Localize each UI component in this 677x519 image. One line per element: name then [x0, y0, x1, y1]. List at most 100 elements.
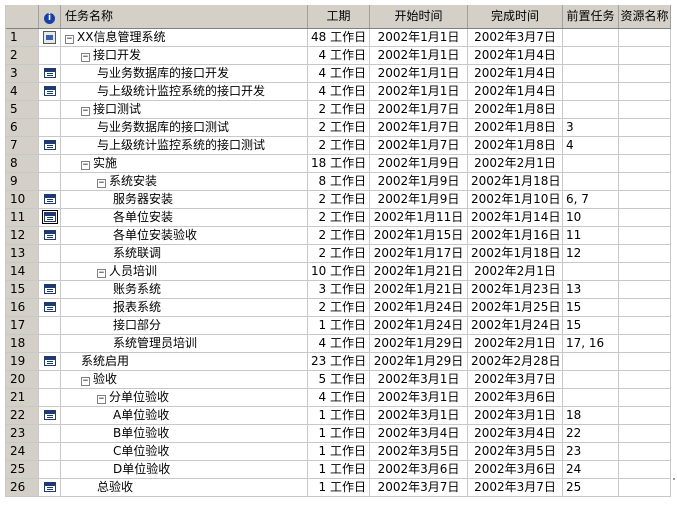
- finish-date-cell[interactable]: 2002年3月5日: [468, 443, 563, 460]
- start-date-cell[interactable]: 2002年1月24日: [370, 299, 468, 316]
- row-indicator[interactable]: [39, 137, 61, 154]
- resource-cell[interactable]: [619, 443, 671, 460]
- row-id[interactable]: 19: [6, 353, 39, 370]
- row-id[interactable]: 1: [6, 29, 39, 46]
- duration-cell[interactable]: 5 工作日: [308, 371, 370, 388]
- predecessors-cell[interactable]: 6, 7: [563, 191, 619, 208]
- predecessors-cell[interactable]: 24: [563, 461, 619, 478]
- row-id[interactable]: 14: [6, 263, 39, 280]
- finish-date-cell[interactable]: 2002年1月8日: [468, 137, 563, 154]
- task-name-cell[interactable]: 各单位安装验收: [61, 227, 308, 244]
- predecessors-cell[interactable]: 22: [563, 425, 619, 442]
- resource-cell[interactable]: [619, 281, 671, 298]
- start-date-cell[interactable]: 2002年1月9日: [370, 191, 468, 208]
- note-icon[interactable]: [43, 410, 56, 420]
- start-date-cell[interactable]: 2002年1月1日: [370, 65, 468, 82]
- task-name-cell[interactable]: A单位验收: [61, 407, 308, 424]
- row-indicator[interactable]: [39, 101, 61, 118]
- resource-cell[interactable]: [619, 263, 671, 280]
- row-id[interactable]: 10: [6, 191, 39, 208]
- task-row[interactable]: 20− 验收 5 工作日 2002年3月1日 2002年3月7日: [6, 371, 671, 389]
- resource-cell[interactable]: [619, 299, 671, 316]
- header-predecessors[interactable]: 前置任务: [563, 5, 619, 28]
- predecessors-cell[interactable]: [563, 389, 619, 406]
- task-row[interactable]: 7 与上级统计监控系统的接口测试 2 工作日 2002年1月7日 2002年1月8日 4: [6, 137, 671, 155]
- task-row[interactable]: 8− 实施 18 工作日 2002年1月9日 2002年2月1日: [6, 155, 671, 173]
- predecessors-cell[interactable]: [563, 173, 619, 190]
- finish-date-cell[interactable]: 2002年1月8日: [468, 119, 563, 136]
- task-row[interactable]: 4 与上级统计监控系统的接口开发 4 工作日 2002年1月1日 2002年1月4日: [6, 83, 671, 101]
- task-name-cell[interactable]: 与业务数据库的接口测试: [61, 119, 308, 136]
- row-indicator[interactable]: [39, 371, 61, 388]
- finish-date-cell[interactable]: 2002年1月18日: [468, 173, 563, 190]
- task-row[interactable]: 19 系统启用 23 工作日 2002年1月29日 2002年2月28日: [6, 353, 671, 371]
- task-row[interactable]: 6 与业务数据库的接口测试 2 工作日 2002年1月7日 2002年1月8日 3: [6, 119, 671, 137]
- predecessors-cell[interactable]: 23: [563, 443, 619, 460]
- start-date-cell[interactable]: 2002年1月24日: [370, 317, 468, 334]
- start-date-cell[interactable]: 2002年3月6日: [370, 461, 468, 478]
- task-name-cell[interactable]: 系统管理员培训: [61, 335, 308, 352]
- resource-cell[interactable]: [619, 353, 671, 370]
- finish-date-cell[interactable]: 2002年3月7日: [468, 371, 563, 388]
- start-date-cell[interactable]: 2002年3月1日: [370, 407, 468, 424]
- resource-cell[interactable]: [619, 155, 671, 172]
- row-id[interactable]: 15: [6, 281, 39, 298]
- start-date-cell[interactable]: 2002年3月1日: [370, 389, 468, 406]
- start-date-cell[interactable]: 2002年1月7日: [370, 119, 468, 136]
- row-id[interactable]: 5: [6, 101, 39, 118]
- collapse-toggle-icon[interactable]: −: [81, 377, 90, 386]
- duration-cell[interactable]: 1 工作日: [308, 443, 370, 460]
- row-id[interactable]: 26: [6, 479, 39, 496]
- task-row[interactable]: 14− 人员培训 10 工作日 2002年1月21日 2002年2月1日: [6, 263, 671, 281]
- resource-cell[interactable]: [619, 65, 671, 82]
- row-id[interactable]: 2: [6, 47, 39, 64]
- collapse-toggle-icon[interactable]: −: [97, 395, 106, 404]
- resource-cell[interactable]: [619, 407, 671, 424]
- note-icon[interactable]: [43, 302, 56, 312]
- row-indicator[interactable]: [39, 335, 61, 352]
- collapse-toggle-icon[interactable]: −: [97, 179, 106, 188]
- predecessors-cell[interactable]: [563, 47, 619, 64]
- row-indicator[interactable]: [39, 119, 61, 136]
- finish-date-cell[interactable]: 2002年3月7日: [468, 29, 563, 46]
- finish-date-cell[interactable]: 2002年1月4日: [468, 47, 563, 64]
- row-id[interactable]: 6: [6, 119, 39, 136]
- task-name-cell[interactable]: C单位验收: [61, 443, 308, 460]
- collapse-toggle-icon[interactable]: −: [97, 269, 106, 278]
- duration-cell[interactable]: 2 工作日: [308, 191, 370, 208]
- start-date-cell[interactable]: 2002年1月11日: [370, 209, 468, 226]
- predecessors-cell[interactable]: 15: [563, 317, 619, 334]
- finish-date-cell[interactable]: 2002年3月7日: [468, 479, 563, 496]
- header-resources[interactable]: 资源名称: [619, 5, 671, 28]
- select-all-corner[interactable]: [6, 5, 39, 28]
- row-id[interactable]: 24: [6, 443, 39, 460]
- duration-cell[interactable]: 4 工作日: [308, 335, 370, 352]
- finish-date-cell[interactable]: 2002年1月25日: [468, 299, 563, 316]
- start-date-cell[interactable]: 2002年1月9日: [370, 155, 468, 172]
- predecessors-cell[interactable]: 12: [563, 245, 619, 262]
- note-icon[interactable]: [43, 482, 56, 492]
- duration-cell[interactable]: 2 工作日: [308, 245, 370, 262]
- task-name-cell[interactable]: − 人员培训: [61, 263, 308, 280]
- task-name-cell[interactable]: 账务系统: [61, 281, 308, 298]
- row-indicator[interactable]: [39, 47, 61, 64]
- duration-cell[interactable]: 4 工作日: [308, 83, 370, 100]
- start-date-cell[interactable]: 2002年3月5日: [370, 443, 468, 460]
- header-finish[interactable]: 完成时间: [468, 5, 563, 28]
- task-row[interactable]: 17 接口部分 1 工作日 2002年1月24日 2002年1月24日 15: [6, 317, 671, 335]
- task-row[interactable]: 21− 分单位验收 4 工作日 2002年3月1日 2002年3月6日: [6, 389, 671, 407]
- finish-date-cell[interactable]: 2002年2月28日: [468, 353, 563, 370]
- task-name-cell[interactable]: 与上级统计监控系统的接口测试: [61, 137, 308, 154]
- row-indicator[interactable]: [39, 443, 61, 460]
- resource-cell[interactable]: [619, 227, 671, 244]
- resource-cell[interactable]: [619, 245, 671, 262]
- row-indicator[interactable]: [39, 209, 61, 226]
- note-icon[interactable]: [43, 194, 56, 204]
- duration-cell[interactable]: 2 工作日: [308, 119, 370, 136]
- predecessors-cell[interactable]: 11: [563, 227, 619, 244]
- task-name-cell[interactable]: − 接口测试: [61, 101, 308, 118]
- predecessors-cell[interactable]: 4: [563, 137, 619, 154]
- predecessors-cell[interactable]: 15: [563, 299, 619, 316]
- row-id[interactable]: 8: [6, 155, 39, 172]
- finish-date-cell[interactable]: 2002年1月8日: [468, 101, 563, 118]
